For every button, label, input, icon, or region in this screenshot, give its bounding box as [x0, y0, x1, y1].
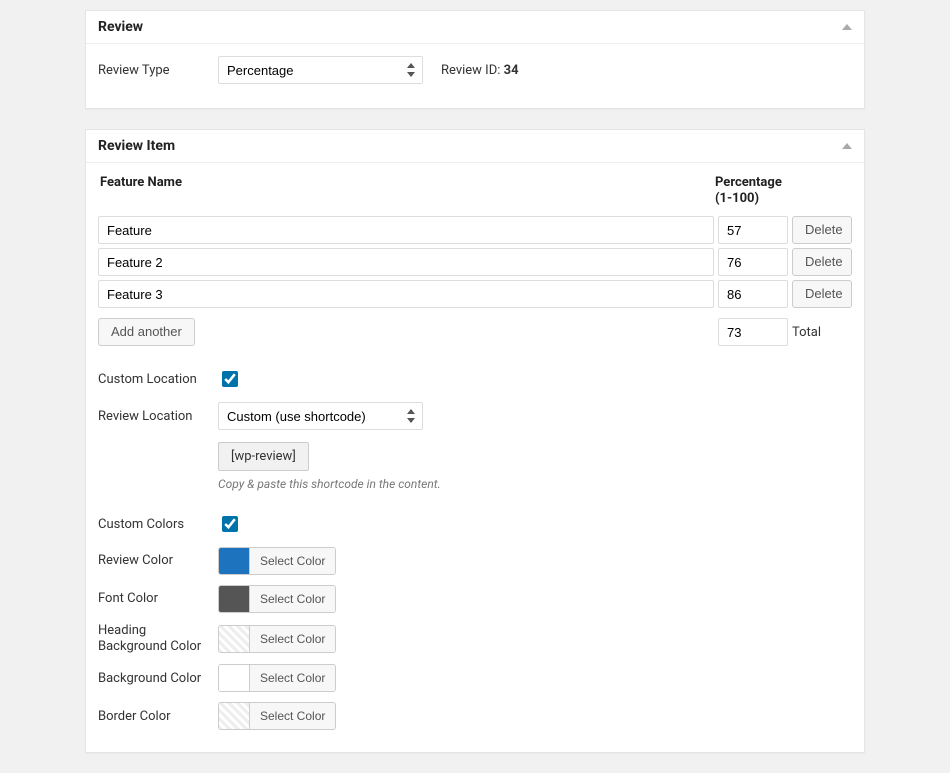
delete-button[interactable]: Delete [792, 248, 852, 276]
bg-color-picker[interactable]: Select Color [218, 664, 336, 692]
feature-row: Delete [98, 248, 852, 276]
feature-percentage-input[interactable] [718, 248, 788, 276]
collapse-icon[interactable] [842, 24, 852, 30]
custom-colors-checkbox[interactable] [222, 516, 238, 532]
review-id-value: 34 [504, 63, 519, 78]
shortcode-hint: Copy & paste this shortcode in the conte… [218, 477, 441, 491]
bg-color-label: Background Color [98, 671, 218, 687]
custom-colors-label: Custom Colors [98, 517, 218, 532]
review-id-wrap: Review ID: 34 [441, 63, 519, 78]
review-item-panel-title: Review Item [98, 138, 175, 154]
shortcode-row: [wp-review] Copy & paste this shortcode … [98, 442, 852, 491]
review-color-picker[interactable]: Select Color [218, 547, 336, 575]
border-color-picker[interactable]: Select Color [218, 702, 336, 730]
select-color-button[interactable]: Select Color [250, 626, 335, 652]
features-table: Feature Name Percentage (1-100) Delete D… [98, 175, 852, 346]
feature-name-input[interactable] [98, 280, 714, 308]
heading-bg-color-label: Heading Background Color [98, 623, 218, 654]
custom-location-checkbox[interactable] [222, 371, 238, 387]
feature-row: Delete [98, 216, 852, 244]
select-color-button[interactable]: Select Color [250, 703, 335, 729]
review-item-panel-header[interactable]: Review Item [86, 130, 864, 163]
shortcode-box[interactable]: [wp-review] [218, 442, 309, 471]
border-color-row: Border Color Select Color [98, 702, 852, 730]
color-swatch-icon [219, 665, 250, 691]
review-location-select[interactable]: Custom (use shortcode) [218, 402, 423, 430]
color-swatch-icon [219, 626, 250, 652]
review-panel-title: Review [98, 19, 143, 35]
feature-percentage-input[interactable] [718, 280, 788, 308]
color-swatch-icon [219, 703, 250, 729]
custom-location-label: Custom Location [98, 372, 218, 387]
color-swatch-icon [219, 548, 250, 574]
review-panel: Review Review Type Percentage Review ID:… [85, 10, 865, 109]
total-row: Add another Total [98, 318, 852, 346]
total-input[interactable] [718, 318, 788, 346]
review-type-label: Review Type [98, 63, 218, 78]
review-item-panel-body: Feature Name Percentage (1-100) Delete D… [86, 163, 864, 752]
select-color-button[interactable]: Select Color [250, 665, 335, 691]
font-color-label: Font Color [98, 591, 218, 607]
font-color-row: Font Color Select Color [98, 585, 852, 613]
review-color-label: Review Color [98, 553, 218, 569]
color-swatch-icon [219, 586, 250, 612]
review-item-panel: Review Item Feature Name Percentage (1-1… [85, 129, 865, 753]
features-header: Feature Name Percentage (1-100) [98, 175, 852, 216]
bg-color-row: Background Color Select Color [98, 664, 852, 692]
feature-name-input[interactable] [98, 248, 714, 276]
review-panel-body: Review Type Percentage Review ID: 34 [86, 44, 864, 108]
collapse-icon[interactable] [842, 143, 852, 149]
add-another-button[interactable]: Add another [98, 318, 195, 346]
custom-location-row: Custom Location [98, 368, 852, 390]
total-label: Total [792, 325, 852, 340]
feature-percentage-input[interactable] [718, 216, 788, 244]
border-color-label: Border Color [98, 709, 218, 725]
select-color-button[interactable]: Select Color [250, 548, 335, 574]
delete-button[interactable]: Delete [792, 280, 852, 308]
review-type-select[interactable]: Percentage [218, 56, 423, 84]
feature-row: Delete [98, 280, 852, 308]
review-location-row: Review Location Custom (use shortcode) [98, 402, 852, 430]
delete-button[interactable]: Delete [792, 216, 852, 244]
review-panel-header[interactable]: Review [86, 11, 864, 44]
review-id-label: Review ID: [441, 63, 504, 78]
heading-bg-color-row: Heading Background Color Select Color [98, 623, 852, 654]
review-location-label: Review Location [98, 409, 218, 424]
review-color-row: Review Color Select Color [98, 547, 852, 575]
heading-bg-color-picker[interactable]: Select Color [218, 625, 336, 653]
select-color-button[interactable]: Select Color [250, 586, 335, 612]
custom-colors-row: Custom Colors [98, 513, 852, 535]
col-percentage: Percentage (1-100) [715, 175, 790, 206]
font-color-picker[interactable]: Select Color [218, 585, 336, 613]
col-feature-name: Feature Name [100, 175, 715, 206]
feature-name-input[interactable] [98, 216, 714, 244]
